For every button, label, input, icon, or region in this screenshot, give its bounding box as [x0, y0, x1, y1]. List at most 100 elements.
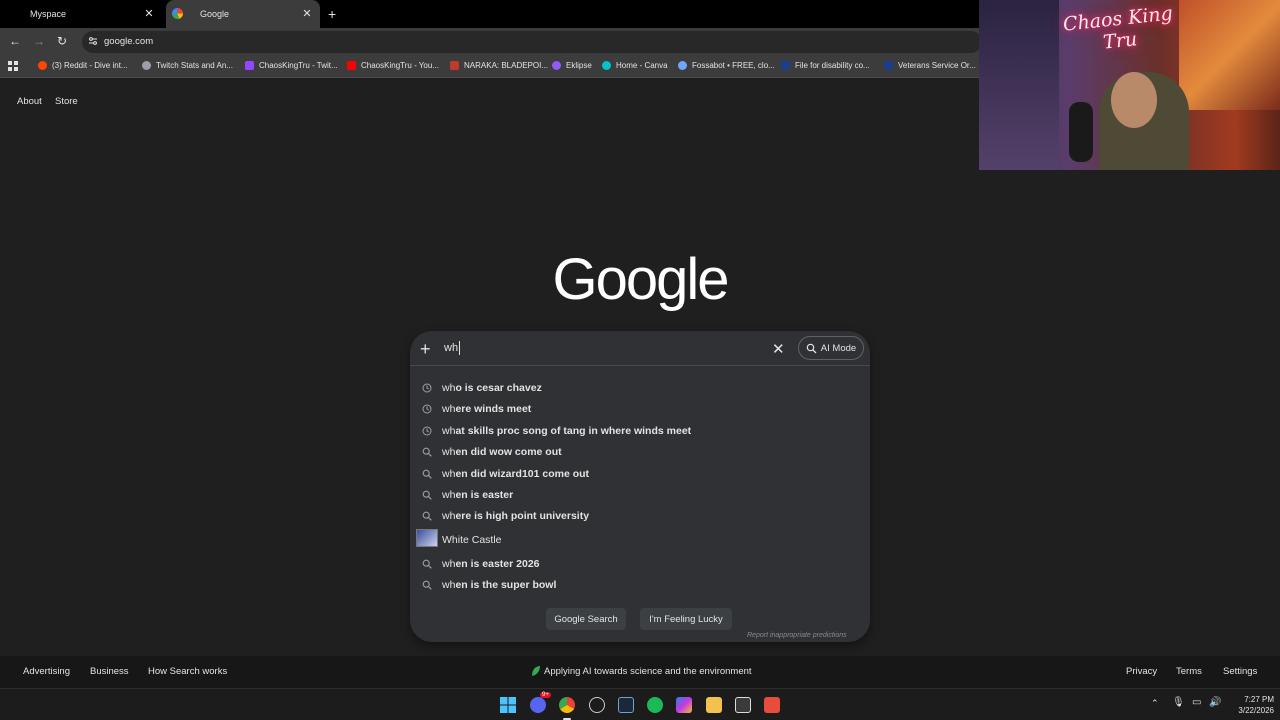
- search-icon: [422, 580, 432, 590]
- tab-myspace[interactable]: Myspace ✕: [0, 0, 162, 28]
- bookmark-canva[interactable]: Home - Canva: [602, 61, 668, 70]
- tab-label: Myspace: [30, 9, 67, 19]
- discord-icon[interactable]: [530, 697, 546, 713]
- twitch-icon: [245, 61, 254, 70]
- report-predictions-link[interactable]: Report inappropriate predictions: [747, 632, 847, 639]
- suggestion-item[interactable]: what skills proc song of tang in where w…: [410, 421, 870, 441]
- webcam-background: [979, 0, 1059, 170]
- back-icon[interactable]: ←: [9, 34, 21, 48]
- neon-sign: Chaos King Tru: [1062, 2, 1174, 54]
- divider: [410, 365, 870, 366]
- bookmark-disability[interactable]: File for disability co...: [781, 61, 870, 70]
- leaf-icon: [532, 666, 540, 676]
- windows-start-icon[interactable]: [500, 697, 516, 713]
- forward-icon[interactable]: →: [33, 34, 45, 48]
- suggestion-item[interactable]: where is high point university: [410, 506, 870, 526]
- apps-grid-icon[interactable]: [8, 61, 19, 72]
- va-icon: [884, 61, 893, 70]
- suggestion-text: when is easter 2026: [442, 558, 540, 570]
- suggestion-item[interactable]: when is the super bowl: [410, 575, 870, 595]
- close-icon[interactable]: ✕: [300, 7, 314, 20]
- search-box: + wh ✕ AI Mode who is cesar chavez where …: [410, 331, 870, 642]
- address-bar[interactable]: google.com: [82, 31, 982, 53]
- search-input[interactable]: wh: [444, 342, 458, 354]
- steam-icon[interactable]: [618, 697, 634, 713]
- volume-icon[interactable]: 🔊: [1209, 697, 1221, 708]
- canva-icon: [602, 61, 611, 70]
- reddit-icon: [38, 61, 47, 70]
- suggestion-text: what skills proc song of tang in where w…: [442, 425, 692, 437]
- tab-google[interactable]: Google ✕: [166, 0, 320, 28]
- advertising-link[interactable]: Advertising: [23, 666, 70, 677]
- footer: Advertising Business How Search works Ap…: [0, 656, 1280, 688]
- chrome-icon[interactable]: [559, 697, 575, 713]
- entity-thumbnail: [416, 529, 438, 547]
- streamer-head: [1111, 72, 1157, 128]
- suggestion-text: who is cesar chavez: [442, 382, 542, 394]
- suggestion-text: where winds meet: [442, 403, 532, 415]
- suggestion-item[interactable]: when did wizard101 come out: [410, 464, 870, 484]
- suggestion-item[interactable]: when is easter: [410, 485, 870, 505]
- history-icon: [422, 404, 432, 414]
- bookmark-youtube[interactable]: ChaosKingTru - You...: [347, 61, 439, 70]
- app-icon[interactable]: [764, 697, 780, 713]
- suggestion-text: White Castle: [442, 534, 502, 546]
- ai-search-icon: [806, 343, 817, 353]
- spotify-icon[interactable]: [647, 697, 663, 713]
- reload-icon[interactable]: ↻: [57, 34, 67, 48]
- ai-mode-button[interactable]: AI Mode: [798, 336, 864, 360]
- taskbar: 9+ ⌃ 🎙 ▭ 🔊 7:27 PM 3/22/2026: [0, 688, 1280, 720]
- file-explorer-icon[interactable]: [706, 697, 722, 713]
- google-logo: Google: [552, 247, 729, 312]
- history-icon: [422, 383, 432, 393]
- ai-environment-link[interactable]: Applying AI towards science and the envi…: [544, 666, 752, 677]
- ms-store-icon[interactable]: [735, 697, 751, 713]
- business-link[interactable]: Business: [90, 666, 129, 677]
- microphone: [1069, 102, 1093, 162]
- terms-link[interactable]: Terms: [1176, 666, 1202, 677]
- bookmark-twitch[interactable]: ChaosKingTru - Twit...: [245, 61, 338, 70]
- url-text: google.com: [104, 36, 154, 47]
- feeling-lucky-button[interactable]: I'm Feeling Lucky: [640, 608, 732, 630]
- search-icon: [422, 469, 432, 479]
- suggestion-item[interactable]: when did wow come out: [410, 442, 870, 462]
- bookmark-twitch-stats[interactable]: Twitch Stats and An...: [142, 61, 233, 70]
- system-clock[interactable]: 7:27 PM 3/22/2026: [1224, 694, 1274, 716]
- tab-label: Google: [200, 9, 230, 19]
- site-info-icon[interactable]: [88, 36, 98, 46]
- search-icon: [422, 559, 432, 569]
- bookmark-veterans[interactable]: Veterans Service Or...: [884, 61, 976, 70]
- privacy-link[interactable]: Privacy: [1126, 666, 1157, 677]
- suggestion-text: when is easter: [442, 489, 514, 501]
- search-icon: [422, 447, 432, 457]
- store-link[interactable]: Store: [55, 96, 78, 107]
- suggestion-item[interactable]: when is easter 2026: [410, 554, 870, 574]
- copilot-icon[interactable]: [676, 697, 692, 713]
- about-link[interactable]: About: [17, 96, 42, 107]
- suggestion-item[interactable]: where winds meet: [410, 399, 870, 419]
- suggestion-item[interactable]: White Castle: [410, 529, 870, 550]
- microphone-icon[interactable]: 🎙: [1172, 697, 1185, 708]
- bookmark-reddit[interactable]: (3) Reddit - Dive int...: [38, 61, 128, 70]
- history-icon: [422, 426, 432, 436]
- bookmark-fossabot[interactable]: Fossabot • FREE, clo...: [678, 61, 775, 70]
- search-icon: [422, 490, 432, 500]
- bookmark-naraka[interactable]: NARAKA: BLADEPOI...: [450, 61, 548, 70]
- google-favicon-icon: [172, 8, 183, 19]
- google-search-button[interactable]: Google Search: [546, 608, 626, 630]
- obs-icon[interactable]: [589, 697, 605, 713]
- twitch-stats-icon: [142, 61, 151, 70]
- suggestion-text: where is high point university: [442, 510, 590, 522]
- fossabot-icon: [678, 61, 687, 70]
- settings-link[interactable]: Settings: [1223, 666, 1257, 677]
- suggestion-item[interactable]: who is cesar chavez: [410, 378, 870, 398]
- bookmark-eklipse[interactable]: Eklipse: [552, 61, 592, 70]
- network-icon[interactable]: ▭: [1192, 697, 1201, 708]
- add-attachment-icon[interactable]: +: [420, 339, 431, 360]
- clear-icon[interactable]: ✕: [772, 340, 785, 358]
- how-search-works-link[interactable]: How Search works: [148, 666, 227, 677]
- chevron-up-icon[interactable]: ⌃: [1151, 698, 1159, 709]
- close-icon[interactable]: ✕: [142, 7, 156, 20]
- new-tab-icon[interactable]: +: [328, 6, 336, 22]
- time-text: 7:27 PM: [1244, 695, 1274, 704]
